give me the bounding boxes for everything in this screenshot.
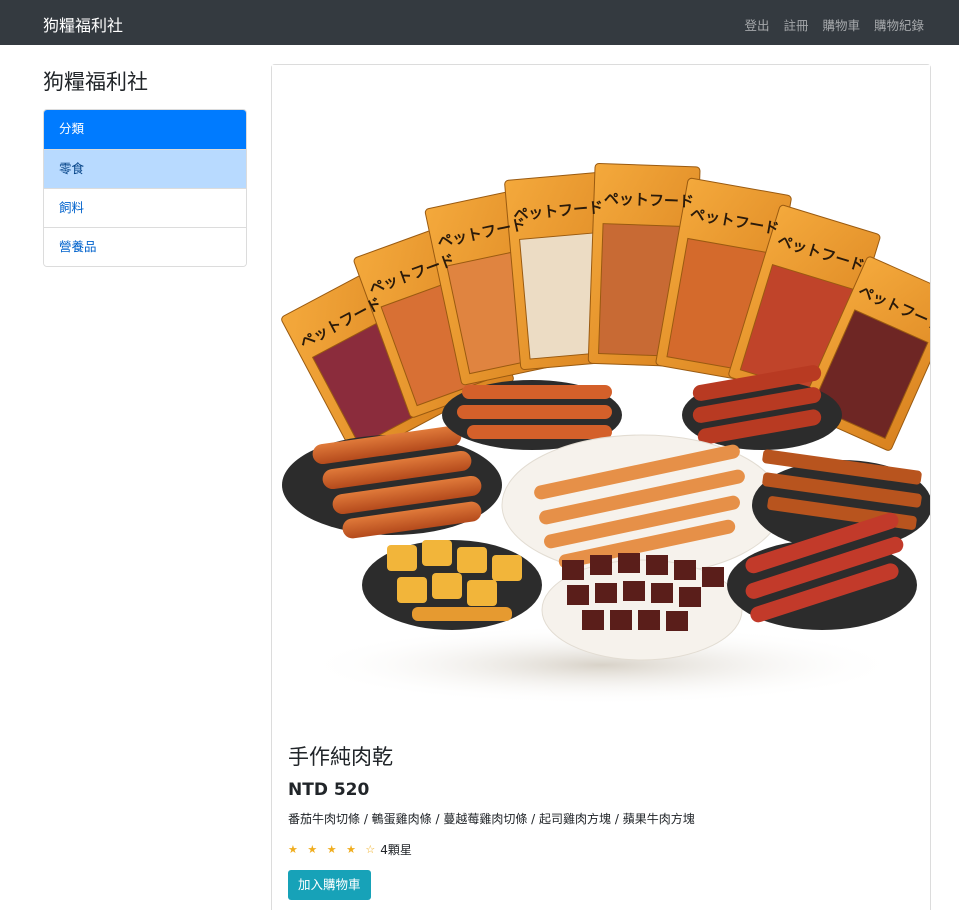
category-item-snacks[interactable]: 零食: [44, 149, 246, 188]
sidebar-title: 狗糧福利社: [43, 70, 148, 94]
product-card-body: 手作純肉乾 NTD 520 番茄牛肉切條 / 鵪蛋雞肉條 / 蔓越莓雞肉切條 /…: [288, 741, 908, 900]
product-price: NTD 520: [288, 780, 370, 800]
add-to-cart-button[interactable]: 加入購物車: [288, 870, 371, 900]
category-list: 分類 零食 飼料 營養品: [43, 109, 247, 267]
product-rating: ★ ★ ★ ★ ☆ 4顆星: [288, 841, 908, 858]
nav-orders-link[interactable]: 購物紀錄: [874, 15, 924, 34]
product-title: 手作純肉乾: [288, 745, 393, 769]
rating-stars-icon: ★ ★ ★ ★ ☆: [288, 843, 379, 856]
svg-text:ペットフード: ペットフード: [604, 190, 695, 211]
category-item-feed[interactable]: 飼料: [44, 188, 246, 227]
product-description: 番茄牛肉切條 / 鵪蛋雞肉條 / 蔓越莓雞肉切條 / 起司雞肉方塊 / 蘋果牛肉…: [288, 812, 695, 826]
product-card: ペットフード ペットフード ペットフード ペットフード ペットフード ペットフー…: [271, 64, 931, 910]
nav-cart-link[interactable]: 購物車: [822, 15, 860, 34]
category-item-supplements[interactable]: 營養品: [44, 227, 246, 266]
brand-link[interactable]: 狗糧福利社: [43, 12, 123, 36]
nav-links: 登出 註冊 購物車 購物紀錄: [744, 15, 924, 34]
nav-logout-link[interactable]: 登出: [744, 15, 769, 34]
rating-text: 4顆星: [380, 843, 412, 857]
top-navbar: 狗糧福利社 登出 註冊 購物車 購物紀錄: [0, 0, 959, 45]
product-image: ペットフード ペットフード ペットフード ペットフード ペットフード ペットフー…: [272, 65, 930, 723]
category-header[interactable]: 分類: [44, 110, 246, 149]
nav-register-link[interactable]: 註冊: [783, 15, 808, 34]
